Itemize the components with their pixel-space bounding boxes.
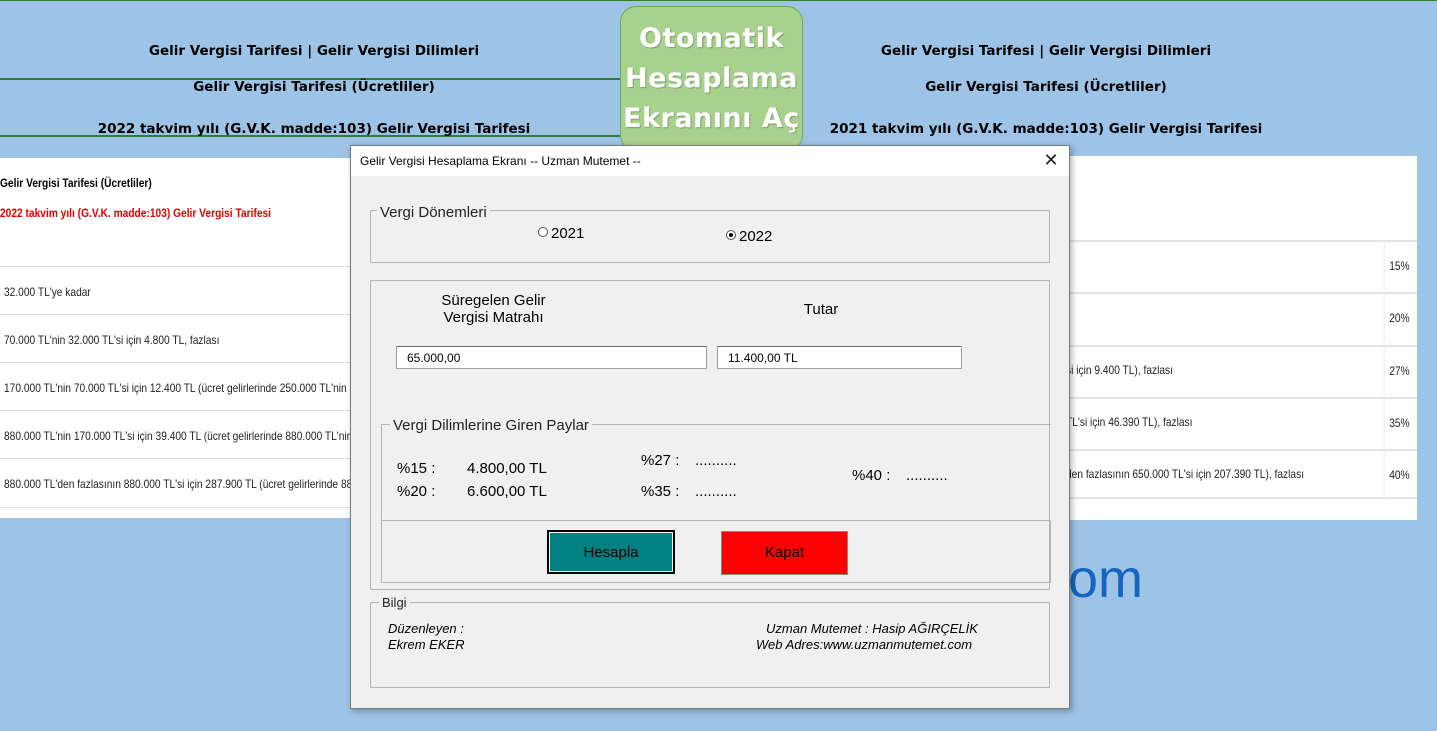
site-name-fragment: om [1068,549,1144,609]
table-cell: 880.000 TL'den fazlasının 880.000 TL'si … [4,477,352,491]
rate-cell: 27% [1383,347,1415,395]
table-row: 70.000 TL'nin 32.000 TL'si için 4.800 TL… [0,314,352,362]
table-cell: 32.000 TL'ye kadar [4,285,91,299]
share-27-value: .......... [695,452,737,469]
left-header-line3: 2022 takvim yılı (G.V.K. madde:103) Geli… [97,121,531,137]
table-row: 32.000 TL'ye kadar [0,266,352,314]
table-cell: 70.000 TL'nin 32.000 TL'si için 4.800 TL… [4,333,220,347]
left-table-title: Gelir Vergisi Tarifesi (Ücretliler) [0,176,152,190]
share-40-label: %40 : [852,467,891,484]
editor-name: Ekrem EKER [388,637,465,652]
open-calculator-line2: Hesaplama [625,63,798,94]
matrah-label-line2: Vergisi Matrahı [443,309,544,326]
tutar-label: Tutar [803,301,839,318]
left-header-line2: Gelir Vergisi Tarifesi (Ücretliler) [193,79,435,95]
open-calculator-line3: Ekranını Aç [623,103,800,134]
right-header-line1: Gelir Vergisi Tarifesi | Gelir Vergisi D… [880,43,1212,59]
radio-2022-label: 2022 [739,228,773,245]
matrah-input[interactable] [396,346,707,369]
share-35-value: .......... [695,483,737,500]
table-row: TL'si için 46.390 TL), fazlası 35% [1068,397,1417,447]
radio-2021-label: 2021 [551,225,585,242]
right-header-line3: 2021 takvim yılı (G.V.K. madde:103) Geli… [829,121,1263,137]
table-cell: 880.000 TL'nin 170.000 TL'si için 39.400… [4,429,352,443]
share-40-value: .......... [906,467,948,484]
table-row: si için 9.400 TL), fazlası 27% [1068,345,1417,395]
info-frame-caption: Bilgi [379,595,410,610]
share-20-value: 6.600,00 TL [467,483,547,500]
dialog-titlebar: Gelir Vergisi Hesaplama Ekranı -- Uzman … [351,146,1069,176]
rate-cell: 15% [1383,242,1415,290]
shares-frame-caption: Vergi Dilimlerine Giren Paylar [390,417,592,434]
period-frame-caption: Vergi Dönemleri [377,204,490,221]
calculate-button[interactable]: Hesapla [547,530,675,574]
right-tax-table: 15% 20% si için 9.400 TL), fazlası 27% T… [1068,156,1417,520]
open-calculator-line1: Otomatik [639,23,784,54]
radio-2022[interactable]: 2022 [726,228,772,245]
table-cell: TL'si için 46.390 TL), fazlası [1068,415,1193,429]
matrah-label: Süregelen Gelir Vergisi Matrahı [411,292,576,326]
share-27-label: %27 : [641,452,680,469]
share-15-value: 4.800,00 TL [467,460,547,477]
calculator-dialog: Gelir Vergisi Hesaplama Ekranı -- Uzman … [350,145,1070,709]
share-15-label: %15 : [397,460,436,477]
matrah-label-line1: Süregelen Gelir [441,292,546,309]
table-row: 20% [1068,292,1417,342]
tutar-output[interactable] [717,346,962,369]
buttons-frame [381,520,1051,583]
table-row: 880.000 TL'den fazlasının 880.000 TL'si … [0,458,352,508]
close-button[interactable]: Kapat [721,531,848,575]
right-header-line2: Gelir Vergisi Tarifesi (Ücretliler) [925,79,1167,95]
rate-cell: 40% [1383,451,1415,499]
table-cell: si için 9.400 TL), fazlası [1068,363,1173,377]
table-cell: den fazlasının 650.000 TL'si için 207.39… [1068,467,1305,481]
radio-dot-icon [538,227,548,237]
radio-2021[interactable]: 2021 [538,225,584,242]
share-20-label: %20 : [397,483,436,500]
table-row: 15% [1068,240,1417,290]
left-tax-table: Gelir Vergisi Tarifesi (Ücretliler) 2022… [0,158,352,518]
table-row: den fazlasının 650.000 TL'si için 207.39… [1068,449,1417,499]
org-line: Uzman Mutemet : Hasip AĞIRÇELİK [766,621,978,636]
open-calculator-button[interactable]: Otomatik Hesaplama Ekranını Aç [620,6,803,151]
editor-label: Düzenleyen : [388,621,464,636]
table-row: 170.000 TL'nin 70.000 TL'si için 12.400 … [0,362,352,410]
table-cell: 170.000 TL'nin 70.000 TL'si için 12.400 … [4,381,352,395]
table-row: 880.000 TL'nin 170.000 TL'si için 39.400… [0,410,352,458]
radio-dot-selected-icon [726,230,736,240]
rate-cell: 20% [1383,294,1415,342]
share-35-label: %35 : [641,483,680,500]
left-header-line1: Gelir Vergisi Tarifesi | Gelir Vergisi D… [148,43,480,59]
left-table-subtitle: 2022 takvim yılı (G.V.K. madde:103) Geli… [0,206,272,220]
dialog-title: Gelir Vergisi Hesaplama Ekranı -- Uzman … [360,154,641,168]
close-icon[interactable]: ✕ [1041,150,1061,170]
web-line: Web Adres:www.uzmanmutemet.com [756,637,973,652]
top-border-line [0,0,1437,1]
rate-cell: 35% [1383,399,1415,447]
